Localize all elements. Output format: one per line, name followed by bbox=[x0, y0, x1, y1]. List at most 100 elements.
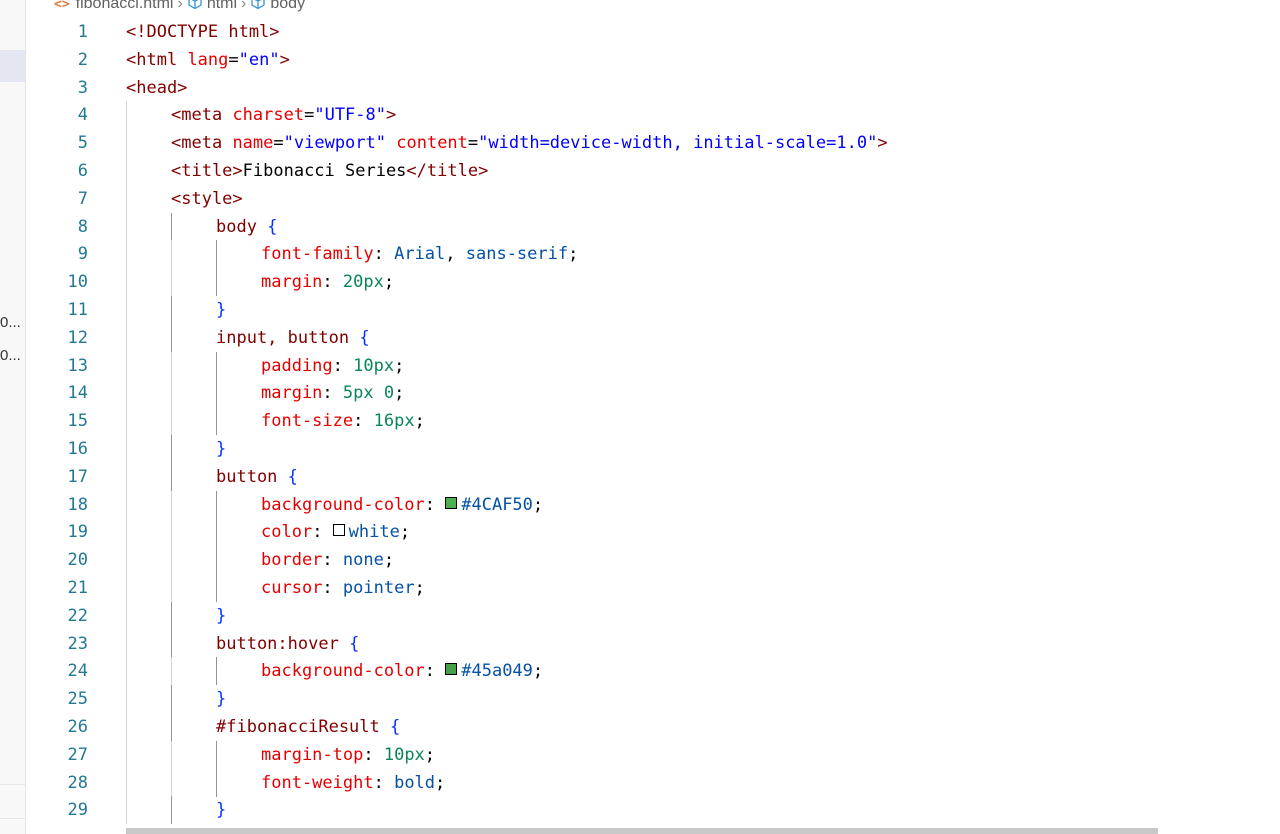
line-number: 22 bbox=[67, 605, 88, 626]
code-token-tag: <meta bbox=[171, 105, 223, 126]
code-line[interactable]: 12 input, button { bbox=[0, 323, 1280, 352]
indent-guide bbox=[171, 768, 172, 797]
code-token-val: #4CAF50 bbox=[461, 494, 533, 515]
code-token-punc: , bbox=[445, 244, 466, 265]
code-line[interactable]: 8 body { bbox=[0, 212, 1280, 241]
code-line[interactable]: 20 border: none; bbox=[0, 546, 1280, 575]
line-number: 8 bbox=[77, 216, 88, 237]
indent-guide bbox=[171, 323, 172, 352]
code-token-punc: : bbox=[424, 494, 446, 515]
code-token-text: = bbox=[228, 49, 239, 70]
code-text: <style> bbox=[171, 185, 243, 213]
code-text: <meta charset="UTF-8"> bbox=[171, 101, 396, 129]
code-line[interactable]: 26 #fibonacciResult { bbox=[0, 713, 1280, 741]
indent-guide bbox=[216, 407, 217, 436]
code-token-punc: ; bbox=[383, 272, 395, 293]
indent-guide bbox=[171, 740, 172, 769]
code-line[interactable]: 27 margin-top: 10px; bbox=[0, 740, 1280, 769]
code-line[interactable]: 2 <html lang="en"> bbox=[0, 46, 1280, 74]
line-number: 2 bbox=[77, 49, 88, 70]
indent-guide bbox=[126, 157, 127, 185]
line-number: 23 bbox=[67, 633, 88, 654]
code-token-prop: margin bbox=[261, 383, 323, 404]
code-token-str: "width=device-width, initial-scale=1.0" bbox=[478, 133, 878, 154]
code-text: margin-top: 10px; bbox=[261, 741, 435, 769]
code-line[interactable]: 7 <style> bbox=[0, 184, 1280, 213]
code-text: <!DOCTYPE html> bbox=[126, 18, 280, 46]
code-token-val: none bbox=[342, 550, 384, 571]
code-line[interactable]: 18 background-color: #4CAF50; bbox=[0, 490, 1280, 519]
indent-guide bbox=[216, 268, 217, 297]
code-line[interactable]: 3 <head> bbox=[0, 74, 1280, 102]
code-token-val: pointer bbox=[342, 578, 415, 598]
code-token-prop: font-weight bbox=[261, 772, 374, 793]
indent-guide bbox=[126, 379, 127, 408]
line-number: 5 bbox=[77, 133, 88, 154]
color-swatch[interactable] bbox=[332, 524, 345, 537]
code-text: margin: 5px 0; bbox=[261, 379, 404, 407]
code-line[interactable]: 1 <!DOCTYPE html> bbox=[0, 18, 1280, 46]
code-token-val: sans-serif bbox=[465, 244, 569, 265]
code-token-tag: <head> bbox=[126, 77, 188, 98]
indent-guide bbox=[216, 574, 217, 602]
code-token-punc: : bbox=[373, 772, 395, 793]
breadcrumb-item-html[interactable]: html bbox=[207, 0, 237, 12]
indent-guide bbox=[126, 435, 127, 463]
indent-guide bbox=[171, 574, 172, 602]
code-line[interactable]: 23 button:hover { bbox=[0, 629, 1280, 658]
code-line[interactable]: 15 font-size: 16px; bbox=[0, 407, 1280, 436]
indent-guide bbox=[216, 657, 217, 686]
color-swatch[interactable] bbox=[445, 496, 458, 509]
code-line[interactable]: 19 color: white; bbox=[0, 518, 1280, 547]
code-line[interactable]: 13 padding: 10px; bbox=[0, 351, 1280, 380]
code-token-brace: } bbox=[216, 689, 227, 710]
code-line[interactable]: 17 button { bbox=[0, 462, 1280, 491]
code-line[interactable]: 22} bbox=[0, 601, 1280, 630]
code-line[interactable]: 10 margin: 20px; bbox=[0, 268, 1280, 297]
code-text: padding: 10px; bbox=[261, 352, 404, 380]
code-line[interactable]: 6 <title>Fibonacci Series</title> bbox=[0, 157, 1280, 185]
code-line[interactable]: 25} bbox=[0, 685, 1280, 714]
indent-guide bbox=[171, 713, 172, 741]
indent-guide bbox=[126, 184, 127, 213]
code-line[interactable]: 21 cursor: pointer; bbox=[0, 574, 1280, 602]
code-token-str: "en" bbox=[238, 49, 280, 70]
code-token-attr: name bbox=[232, 133, 274, 154]
line-number: 7 bbox=[77, 188, 88, 209]
code-token-num: 10px bbox=[353, 355, 395, 376]
horizontal-scrollbar[interactable] bbox=[126, 828, 1158, 834]
color-swatch[interactable] bbox=[445, 663, 458, 676]
breadcrumb-file[interactable]: fibonacci.html bbox=[76, 0, 174, 12]
code-line[interactable]: 9 font-family: Arial, sans-serif; bbox=[0, 240, 1280, 269]
code-line[interactable]: 4 <meta charset="UTF-8"> bbox=[0, 101, 1280, 130]
code-token-punc: ; bbox=[532, 494, 544, 515]
code-line[interactable]: 11} bbox=[0, 296, 1280, 324]
breadcrumb-item-body[interactable]: body bbox=[270, 0, 305, 12]
code-token-attr: charset bbox=[232, 105, 305, 126]
code-editor[interactable]: 1 <!DOCTYPE html> 2 <html lang="en"> 3 <head>… bbox=[0, 18, 1280, 834]
code-line[interactable]: 16} bbox=[0, 435, 1280, 463]
code-token-prop: margin-top bbox=[261, 744, 364, 765]
code-line[interactable]: 29} bbox=[0, 796, 1280, 825]
code-token-punc: : bbox=[322, 578, 343, 598]
code-token-tag: > bbox=[877, 133, 888, 154]
code-token-str: "UTF-8" bbox=[314, 105, 386, 126]
line-number: 16 bbox=[67, 439, 88, 459]
code-token-sel: button bbox=[216, 466, 278, 487]
indent-guide bbox=[216, 740, 217, 769]
indent-guide bbox=[171, 685, 172, 714]
code-line[interactable]: 24 background-color: #45a049; bbox=[0, 657, 1280, 686]
code-line[interactable]: 5 <meta name="viewport" content="width=de… bbox=[0, 129, 1280, 158]
code-token-brace: } bbox=[216, 800, 227, 821]
line-number: 10 bbox=[67, 272, 88, 293]
code-token-sel: body bbox=[216, 216, 257, 237]
indent-guide bbox=[126, 101, 127, 130]
line-number: 17 bbox=[67, 466, 88, 487]
code-text: } bbox=[216, 685, 226, 713]
code-line[interactable]: 14 margin: 5px 0; bbox=[0, 379, 1280, 408]
code-token-brace: { bbox=[287, 466, 298, 487]
code-token-num: 5px 0 bbox=[342, 383, 395, 404]
code-line[interactable]: 28 font-weight: bold; bbox=[0, 768, 1280, 797]
